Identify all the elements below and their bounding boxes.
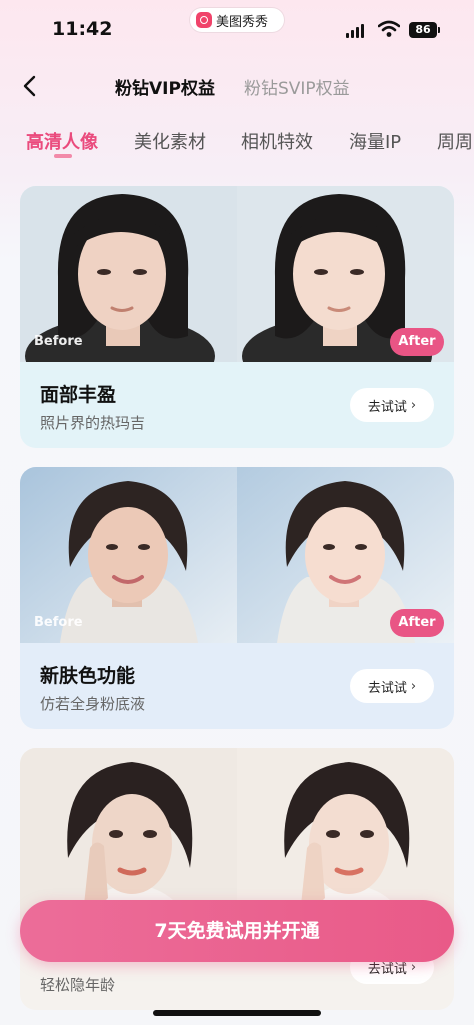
battery-icon: 86 [409, 22, 440, 38]
active-tab-indicator [54, 154, 72, 158]
try-button[interactable]: 去试试 › [350, 388, 434, 422]
category-tab-hd-portrait[interactable]: 高清人像 [26, 128, 98, 154]
after-photo [237, 748, 454, 924]
wifi-icon [378, 20, 400, 37]
card-subtitle: 轻松隐年龄 [40, 976, 116, 994]
try-button-label: 去试试 [367, 680, 407, 696]
before-label: Before [34, 334, 83, 349]
feature-card-age[interactable]: 轻松隐年龄 去试试 › [20, 748, 454, 1010]
signal-icon [346, 24, 364, 38]
app-pill-label: 美图秀秀 [216, 14, 269, 30]
free-trial-button[interactable]: 7天免费试用并开通 [20, 900, 454, 962]
tab-vip-benefits[interactable]: 粉钻VIP权益 [115, 74, 215, 99]
category-tab-weekly[interactable]: 周周 [437, 128, 473, 154]
after-photo: After [237, 186, 454, 362]
card-subtitle: 照片界的热玛吉 [40, 414, 146, 432]
app-pill[interactable]: 美图秀秀 [190, 8, 284, 32]
before-photo [20, 748, 237, 924]
card-title: 面部丰盈 [40, 384, 117, 406]
category-tab-beauty-materials[interactable]: 美化素材 [134, 128, 206, 154]
back-arrow-icon[interactable] [18, 72, 46, 100]
category-tab-camera-effects[interactable]: 相机特效 [241, 128, 313, 154]
card-title: 新肤色功能 [40, 665, 136, 687]
chevron-right-icon: › [410, 397, 417, 413]
chevron-right-icon: › [410, 678, 417, 694]
feature-card-skin-tone[interactable]: Before After 新肤色功能 仿若全身粉底液 去试试 › [20, 467, 454, 729]
after-badge: After [390, 328, 444, 356]
after-photo: After [237, 467, 454, 643]
try-button[interactable]: 去试试 › [350, 669, 434, 703]
feature-card-face-fill[interactable]: Before After 面部丰盈 照片界的热玛吉 去试试 › [20, 186, 454, 448]
meitu-logo-icon [196, 12, 212, 28]
home-indicator[interactable] [153, 1010, 321, 1016]
tab-svip-benefits[interactable]: 粉钻SVIP权益 [244, 74, 350, 99]
category-tab-ip[interactable]: 海量IP [349, 128, 401, 154]
before-photo: Before [20, 467, 237, 643]
status-time: 11:42 [52, 18, 113, 40]
after-badge: After [390, 609, 444, 637]
status-bar: 11:42 美图秀秀 86 [0, 0, 474, 62]
before-photo: Before [20, 186, 237, 362]
card-subtitle: 仿若全身粉底液 [40, 695, 146, 713]
before-label: Before [34, 615, 83, 630]
try-button-label: 去试试 [367, 399, 407, 415]
